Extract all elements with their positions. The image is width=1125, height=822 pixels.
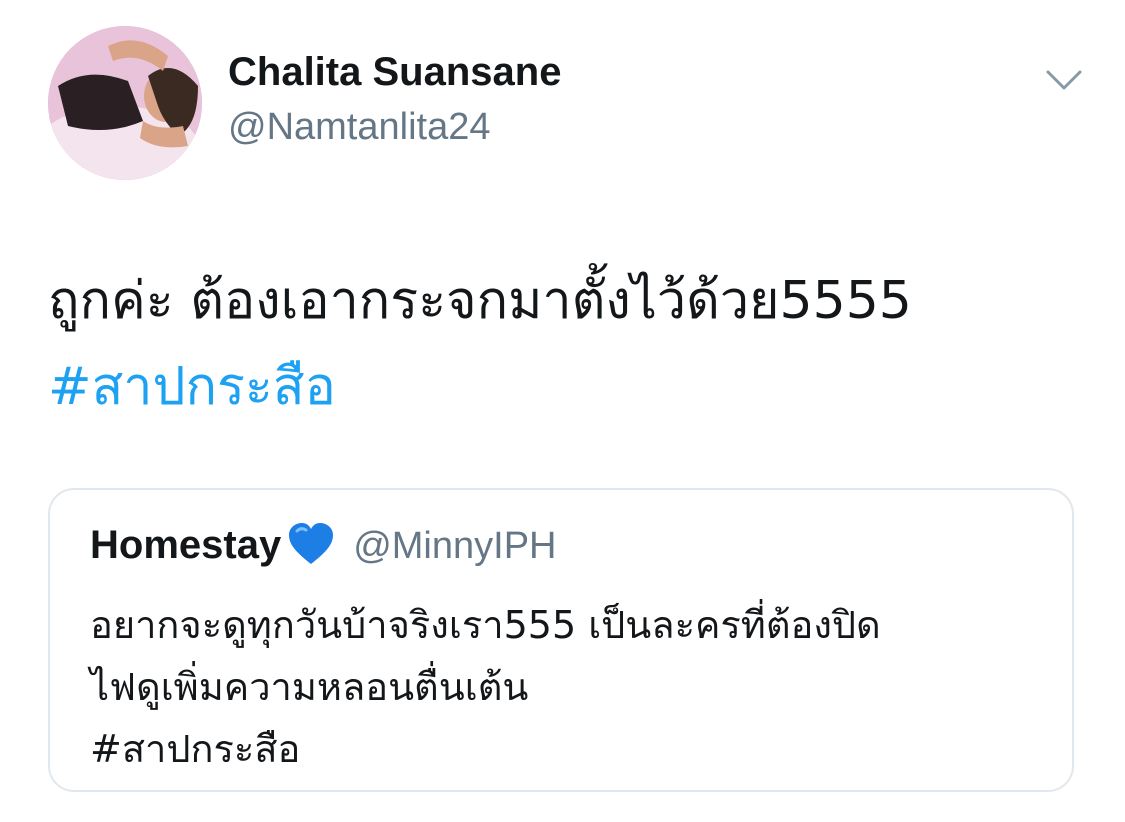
- quoted-tweet-body: อยากจะดูทุกวันบ้าจริงเรา555 เป็นละครที่ต…: [90, 594, 1050, 780]
- quoted-handle: @MinnyIPH: [353, 525, 557, 567]
- quoted-text-line: อยากจะดูทุกวันบ้าจริงเรา555 เป็นละครที่ต…: [90, 603, 881, 647]
- author-display-name[interactable]: Chalita Suansane: [228, 48, 561, 96]
- quoted-tweet-header: Homestay @MinnyIPH: [90, 520, 557, 587]
- tweet-card: Chalita Suansane @Namtanlita24 ถูกค่ะ ต้…: [0, 0, 1125, 822]
- tweet-body: ถูกค่ะ ต้องเอากระจกมาตั้งไว้ด้วย5555 #สา…: [48, 258, 1088, 430]
- blue-heart-icon: [287, 522, 335, 587]
- quoted-tweet[interactable]: Homestay @MinnyIPH อยากจะดูทุกวันบ้าจริงเ…: [48, 488, 1074, 792]
- author-avatar[interactable]: [48, 26, 202, 180]
- author-handle[interactable]: @Namtanlita24: [228, 104, 490, 150]
- quoted-display-name: Homestay: [90, 523, 282, 567]
- avatar-photo-icon: [48, 26, 202, 180]
- chevron-down-icon[interactable]: [1042, 64, 1086, 94]
- quoted-text-line: ไฟดูเพิ่มความหลอนตื่นเต้น: [90, 665, 529, 709]
- quoted-hashtag: #สาปกระสือ: [90, 727, 301, 771]
- tweet-text-line: ถูกค่ะ ต้องเอากระจกมาตั้งไว้ด้วย5555: [48, 271, 912, 331]
- tweet-hashtag-link[interactable]: #สาปกระสือ: [48, 344, 1088, 430]
